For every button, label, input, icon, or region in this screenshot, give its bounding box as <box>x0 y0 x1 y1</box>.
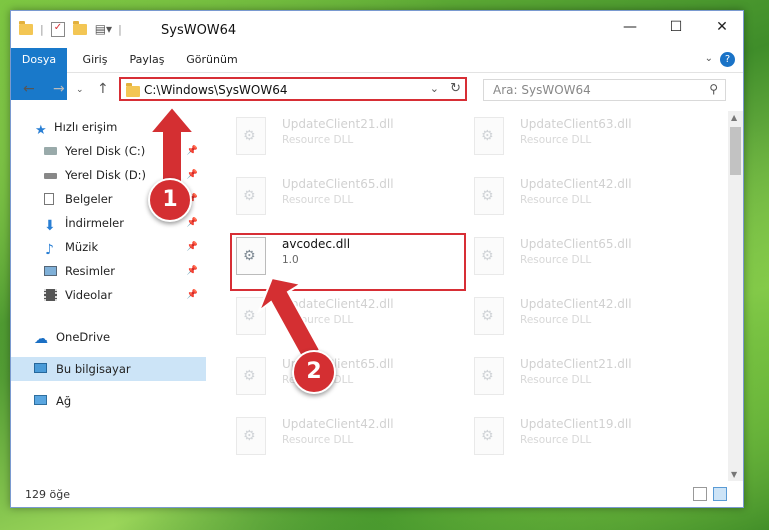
annotation-arrows <box>147 105 322 362</box>
step-2-badge: 2 <box>292 350 336 394</box>
arrow-1 <box>147 105 197 186</box>
arrow-2 <box>256 276 322 362</box>
step-1-badge: 1 <box>148 178 192 222</box>
